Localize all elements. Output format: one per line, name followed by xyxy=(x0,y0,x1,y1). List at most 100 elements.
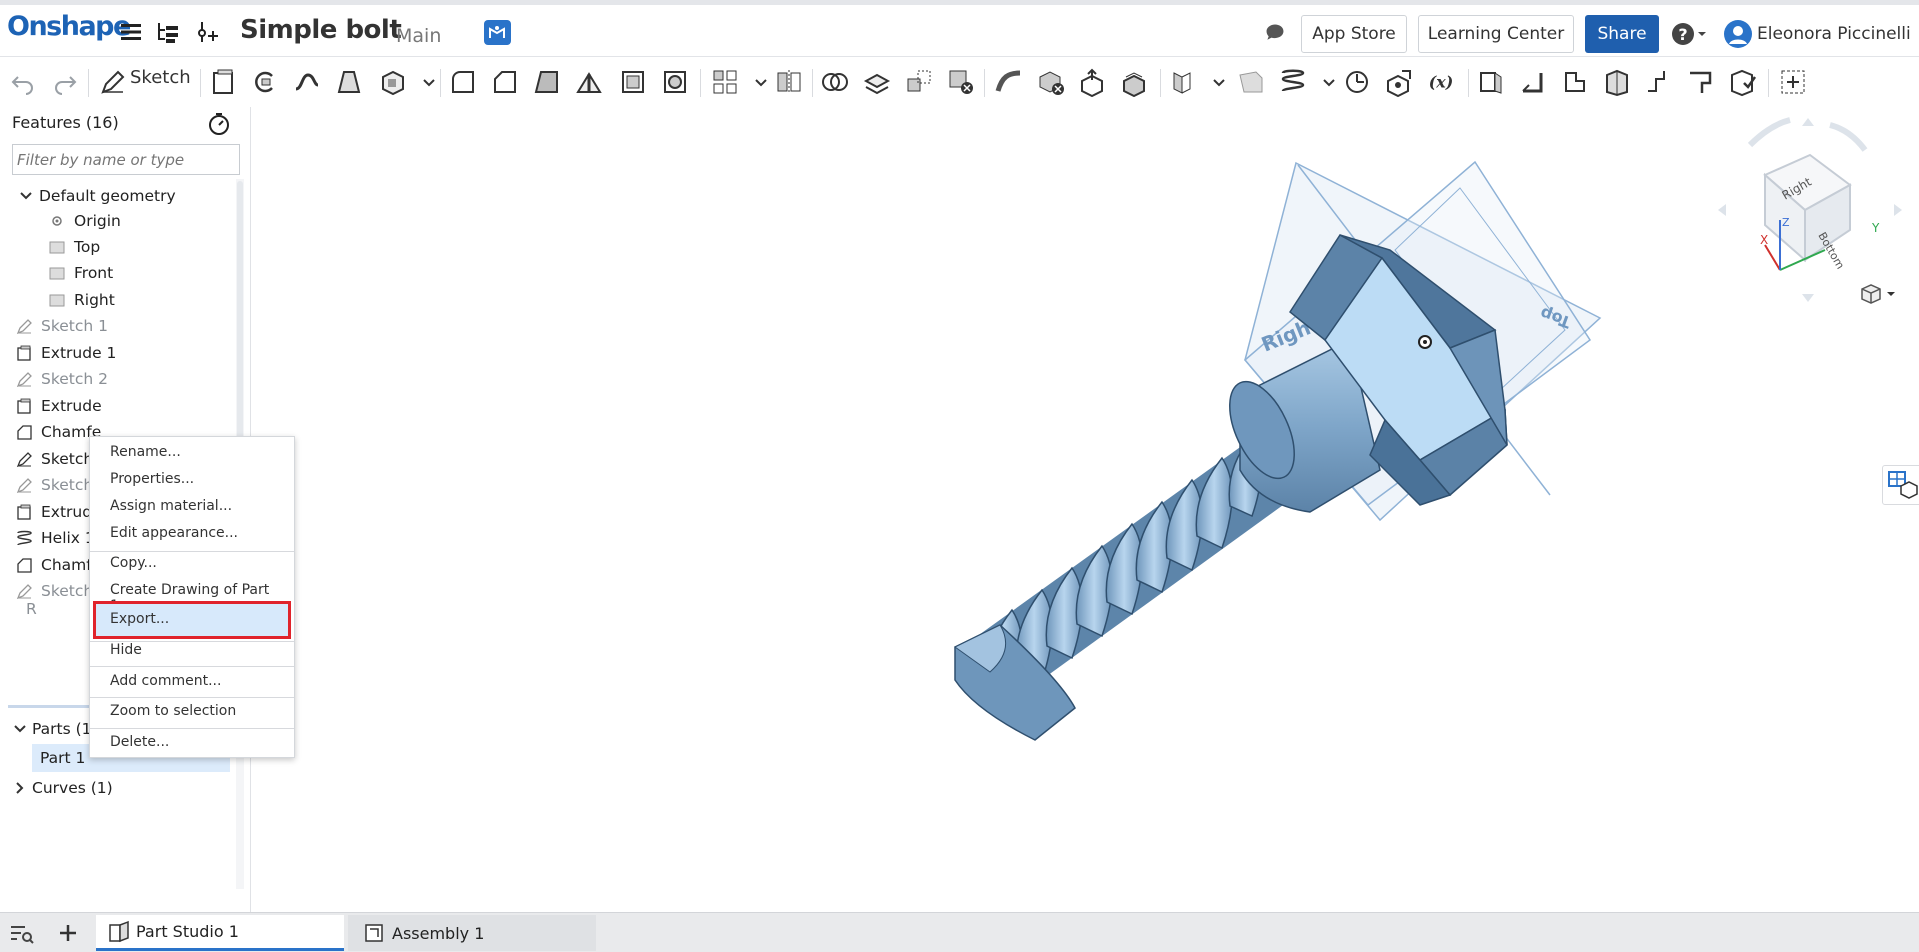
delete-part-icon[interactable] xyxy=(946,67,976,97)
move-face-icon[interactable] xyxy=(1078,67,1108,98)
chevron-down-icon[interactable] xyxy=(746,67,767,97)
menu-hide[interactable]: Hide xyxy=(110,642,142,658)
undo-icon[interactable] xyxy=(8,67,38,97)
view-cube[interactable]: Right Bottom X Y Z xyxy=(1715,107,1915,307)
feature-list-icon[interactable] xyxy=(155,19,181,45)
loft-icon[interactable] xyxy=(334,67,364,97)
helix-icon[interactable] xyxy=(1278,67,1308,97)
tab-manager-icon[interactable] xyxy=(8,922,34,944)
sketch-button[interactable]: Sketch xyxy=(130,67,191,88)
curves-group[interactable]: Curves (1) xyxy=(13,779,113,797)
user-name[interactable]: Eleonora Piccinelli xyxy=(1757,24,1911,44)
chevron-right-icon[interactable] xyxy=(13,781,27,795)
chevron-down-icon[interactable] xyxy=(19,189,33,203)
branch-name[interactable]: Main xyxy=(396,25,441,47)
pattern-icon[interactable] xyxy=(710,67,740,97)
shell-icon[interactable] xyxy=(618,67,648,97)
part-context-menu: Rename... Properties... Assign material.… xyxy=(89,436,295,758)
menu-properties[interactable]: Properties... xyxy=(110,471,194,487)
feature-extrude-1[interactable]: Extrude 1 xyxy=(16,344,116,362)
chamfer-icon[interactable] xyxy=(490,67,520,97)
variable-icon[interactable]: (x) xyxy=(1426,67,1460,97)
flange-icon[interactable] xyxy=(1518,67,1548,97)
menu-copy[interactable]: Copy... xyxy=(110,555,157,571)
chevron-down-icon[interactable] xyxy=(414,67,435,97)
insert-icon[interactable] xyxy=(194,19,220,45)
modify-fillet-icon[interactable] xyxy=(994,67,1024,97)
bolt-thread[interactable] xyxy=(954,434,1290,741)
revolve-icon[interactable] xyxy=(250,67,280,97)
rib-icon[interactable] xyxy=(574,67,604,97)
plane-icon[interactable] xyxy=(1236,67,1266,97)
redo-icon[interactable] xyxy=(50,67,80,97)
sheet-metal-icon[interactable] xyxy=(1476,67,1506,97)
feature-sketch-3[interactable]: Sketch xyxy=(16,450,93,468)
split-icon[interactable] xyxy=(862,67,892,97)
onshape-logo[interactable]: Onshape xyxy=(7,11,131,42)
offset-surface-icon[interactable] xyxy=(1168,67,1198,97)
add-tab-icon[interactable] xyxy=(56,921,80,945)
appearance-panel-icon[interactable] xyxy=(1882,465,1919,505)
mate-connector-icon[interactable] xyxy=(1384,67,1414,98)
hole-icon[interactable] xyxy=(660,67,690,97)
extrude-icon[interactable] xyxy=(208,67,238,97)
app-store-button[interactable]: App Store xyxy=(1301,15,1407,53)
joint-icon[interactable] xyxy=(1644,67,1674,97)
menu-export[interactable]: Export... xyxy=(110,611,169,627)
mirror-icon[interactable] xyxy=(774,67,804,97)
add-custom-feature-icon[interactable] xyxy=(1778,67,1808,97)
menu-add-comment[interactable]: Add comment... xyxy=(110,673,221,689)
menu-rename[interactable]: Rename... xyxy=(110,444,181,460)
share-button[interactable]: Share xyxy=(1585,15,1659,53)
hamburger-menu-icon[interactable] xyxy=(118,19,144,45)
document-title[interactable]: Simple bolt xyxy=(240,15,402,45)
boolean-icon[interactable] xyxy=(820,67,850,97)
sweep-icon[interactable] xyxy=(292,67,322,97)
menu-assign-material[interactable]: Assign material... xyxy=(110,498,232,514)
rollback-timer-icon[interactable] xyxy=(208,112,230,136)
parts-group[interactable]: Parts (1 xyxy=(13,720,92,738)
tab-assembly-1[interactable]: Assembly 1 xyxy=(348,915,596,951)
fillet-icon[interactable] xyxy=(448,67,478,97)
chevron-down-icon[interactable] xyxy=(1314,67,1335,97)
chevron-down-icon[interactable] xyxy=(1204,67,1225,97)
feature-sketch-1[interactable]: Sketch 1 xyxy=(16,317,108,335)
thicken-icon[interactable] xyxy=(378,67,408,97)
svg-text:?: ? xyxy=(1678,25,1687,44)
feature-plane-top[interactable]: Top xyxy=(49,238,100,256)
learning-center-button[interactable]: Learning Center xyxy=(1418,15,1574,53)
feature-extrude-2[interactable]: Extrude xyxy=(16,397,102,415)
sketch-pencil-icon[interactable] xyxy=(98,67,128,97)
part-1-item[interactable]: Part 1 xyxy=(40,749,85,767)
menu-edit-appearance[interactable]: Edit appearance... xyxy=(110,525,238,541)
draft-icon[interactable] xyxy=(532,67,562,97)
hem-icon[interactable] xyxy=(1602,67,1632,97)
feature-origin[interactable]: Origin xyxy=(49,212,121,230)
feature-sketch-4[interactable]: Sketch xyxy=(16,476,93,494)
transform-icon[interactable] xyxy=(904,67,934,97)
tab-part-studio-1[interactable]: Part Studio 1 xyxy=(96,915,344,951)
feature-plane-right[interactable]: Right xyxy=(49,291,115,309)
feature-helix-1[interactable]: Helix 1 xyxy=(16,529,95,547)
bolt-model[interactable]: Right Top xyxy=(252,107,1919,912)
view-mode-icon[interactable] xyxy=(1858,283,1898,305)
default-geometry-group[interactable]: Default geometry xyxy=(19,187,176,205)
measure-icon[interactable] xyxy=(1342,67,1372,97)
replace-face-icon[interactable] xyxy=(1120,67,1150,98)
corner-icon[interactable] xyxy=(1686,67,1716,97)
chevron-down-icon[interactable] xyxy=(13,722,27,736)
feature-sketch-5[interactable]: Sketch xyxy=(16,582,93,600)
menu-delete[interactable]: Delete... xyxy=(110,734,169,750)
comment-icon[interactable] xyxy=(1262,22,1288,48)
learning-badge-icon[interactable] xyxy=(484,20,511,45)
feature-sketch-2[interactable]: Sketch 2 xyxy=(16,370,108,388)
feature-filter-input[interactable] xyxy=(12,144,240,175)
finish-sheet-metal-icon[interactable] xyxy=(1728,67,1758,97)
feature-plane-front[interactable]: Front xyxy=(49,264,113,282)
user-avatar-icon[interactable] xyxy=(1723,19,1752,48)
delete-face-icon[interactable] xyxy=(1036,67,1066,97)
graphics-viewport[interactable]: Right Top Right Bottom X Y Z xyxy=(252,107,1919,912)
help-icon[interactable]: ? xyxy=(1671,21,1706,47)
tab-icon[interactable] xyxy=(1560,67,1590,97)
menu-zoom-to-selection[interactable]: Zoom to selection xyxy=(110,703,236,719)
